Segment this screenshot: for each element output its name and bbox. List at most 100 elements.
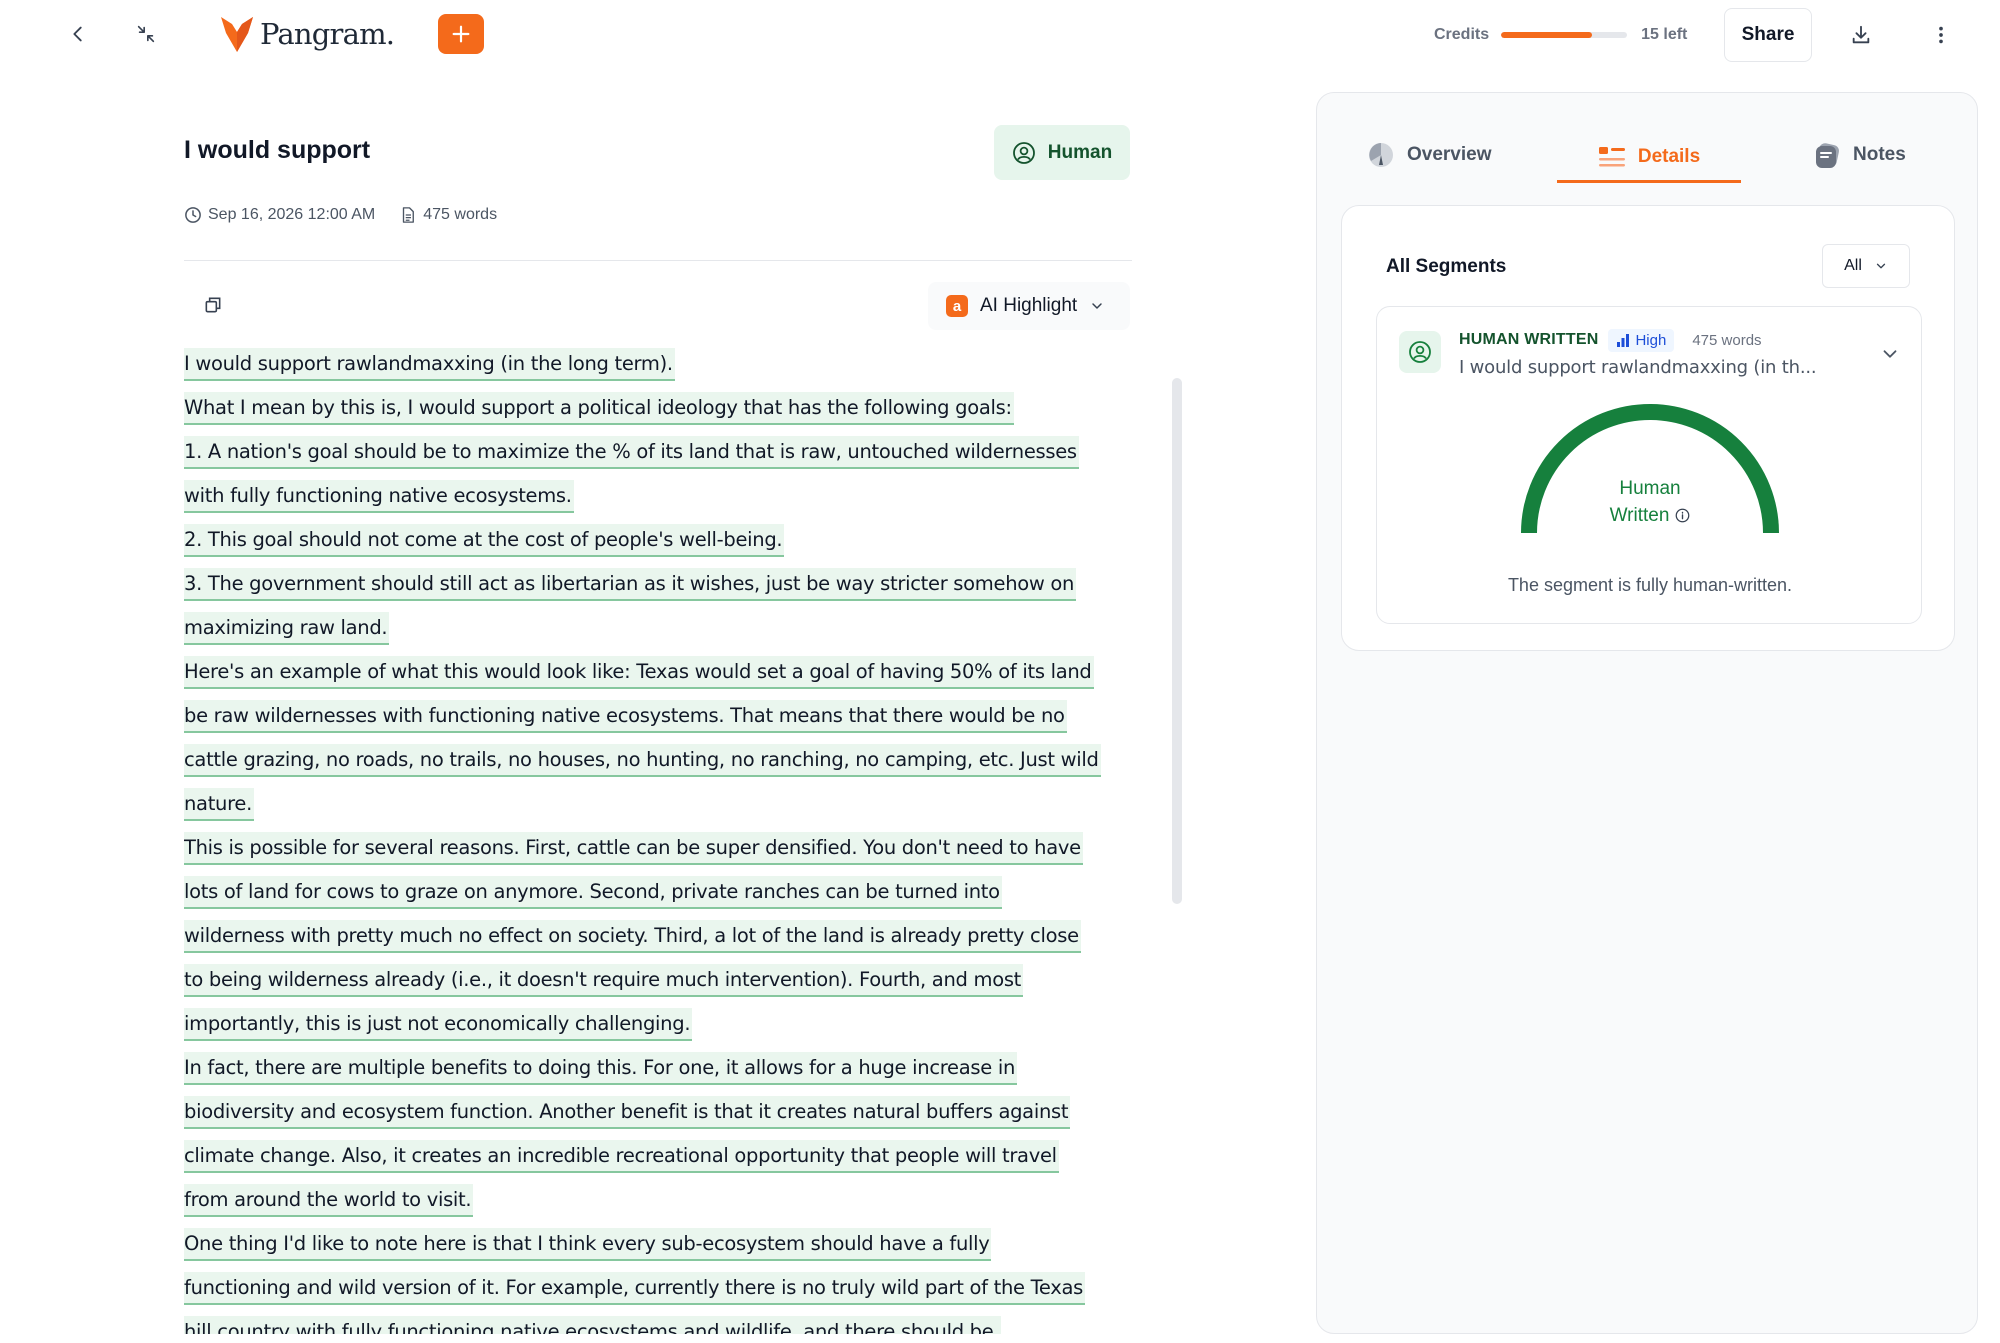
segment-filter-select[interactable]: All (1822, 244, 1910, 288)
brand-name: Pangram. (260, 17, 395, 51)
vertical-dots-icon (1939, 26, 1943, 44)
highlighted-text[interactable]: lots of land for cows to graze on anymor… (184, 876, 1002, 909)
gauge-label-line1: Human (1619, 478, 1681, 499)
more-options-button[interactable] (1924, 18, 1958, 52)
highlighted-text[interactable]: importantly, this is just not economical… (184, 1008, 693, 1041)
segments-title: All Segments (1386, 256, 1507, 277)
highlighted-text[interactable]: This is possible for several reasons. Fi… (184, 832, 1083, 865)
text-line: importantly, this is just not economical… (184, 1008, 1184, 1052)
highlighted-text[interactable]: One thing I'd like to note here is that … (184, 1228, 992, 1261)
highlighted-text[interactable]: 1. A nation's goal should be to maximize… (184, 436, 1079, 469)
document-icon (403, 207, 415, 223)
highlighted-text[interactable]: to being wilderness already (i.e., it do… (184, 964, 1024, 997)
ai-highlight-dropdown[interactable]: a AI Highlight (928, 282, 1130, 330)
collapse-arrows-icon (137, 25, 155, 43)
document-meta: Sep 16, 2026 12:00 AM 475 words (184, 204, 521, 226)
document-word-count: 475 words (423, 206, 498, 223)
tab-details[interactable]: Details (1557, 133, 1741, 183)
share-button[interactable]: Share (1724, 8, 1812, 62)
top-bar: Pangram. Credits 15 left Share (0, 0, 2000, 70)
text-line: cattle grazing, no roads, no trails, no … (184, 744, 1184, 788)
tab-details-label: Details (1637, 145, 1701, 167)
ai-highlight-label: AI Highlight (980, 295, 1078, 316)
text-line: One thing I'd like to note here is that … (184, 1228, 1184, 1272)
plus-icon (452, 25, 470, 43)
highlighted-text[interactable]: cattle grazing, no roads, no trails, no … (184, 744, 1101, 777)
text-line: hill country with fully functioning nati… (184, 1316, 1184, 1334)
credits-progress-bar (1501, 32, 1628, 38)
highlighted-text[interactable]: from around the world to visit. (184, 1184, 474, 1217)
highlighted-text[interactable]: functioning and wild version of it. For … (184, 1272, 1085, 1305)
segment-word-count: 475 words (1692, 331, 1762, 349)
text-line: be raw wildernesses with functioning nat… (184, 700, 1184, 744)
tab-notes[interactable]: Notes (1813, 133, 1906, 177)
text-line: with fully functioning native ecosystems… (184, 480, 1184, 524)
segments-card: All Segments All HUMAN WRITTEN High 475 … (1341, 205, 1955, 651)
brand-logo[interactable]: Pangram. (220, 12, 395, 56)
signal-bars-icon (1617, 334, 1630, 347)
highlighted-text[interactable]: I would support rawlandmaxxing (in the l… (184, 348, 675, 381)
tab-overview-label: Overview (1407, 144, 1492, 165)
info-icon[interactable] (1675, 508, 1690, 523)
back-button[interactable] (62, 18, 94, 50)
highlighted-text[interactable]: with fully functioning native ecosystems… (184, 480, 574, 513)
highlighted-text[interactable]: nature. (184, 788, 254, 821)
human-gauge: Human Written (1517, 403, 1783, 563)
text-line: wilderness with pretty much no effect on… (184, 920, 1184, 964)
copy-button[interactable] (200, 292, 226, 318)
fox-logo-icon (221, 17, 253, 52)
text-line: 3. The government should still act as li… (184, 568, 1184, 612)
segment-header: HUMAN WRITTEN High 475 words (1459, 327, 1762, 353)
highlighted-text[interactable]: biodiversity and ecosystem function. Ano… (184, 1096, 1071, 1129)
highlighted-text[interactable]: What I mean by this is, I would support … (184, 392, 1014, 425)
tab-overview[interactable]: Overview (1367, 133, 1492, 177)
highlighted-text[interactable]: maximizing raw land. (184, 612, 390, 645)
highlighted-text[interactable]: In fact, there are multiple benefits to … (184, 1052, 1018, 1085)
credits-remaining: 15 left (1641, 26, 1688, 43)
text-line: I would support rawlandmaxxing (in the l… (184, 348, 1184, 392)
credits-progress-fill (1501, 32, 1592, 38)
tab-notes-label: Notes (1853, 144, 1906, 165)
highlighted-text[interactable]: hill country with fully functioning nati… (184, 1316, 1002, 1334)
new-document-button[interactable] (438, 14, 484, 54)
highlighted-text[interactable]: climate change. Also, it creates an incr… (184, 1140, 1059, 1173)
text-line: 2. This goal should not come at the cost… (184, 524, 1184, 568)
confidence-badge: High (1608, 328, 1675, 352)
classification-label: Human (1047, 141, 1113, 163)
chevron-down-icon (1092, 303, 1102, 309)
text-line: biodiversity and ecosystem function. Ano… (184, 1096, 1184, 1140)
segment-avatar (1399, 331, 1441, 373)
notes-icon (1816, 143, 1839, 168)
text-line: climate change. Also, it creates an incr… (184, 1140, 1184, 1184)
confidence-label: High (1635, 331, 1667, 349)
classification-badge[interactable]: Human (994, 125, 1130, 180)
scrollbar[interactable] (1172, 378, 1182, 904)
segment-filter-value: All (1844, 257, 1862, 274)
text-line: nature. (184, 788, 1184, 832)
highlighted-text[interactable]: be raw wildernesses with functioning nat… (184, 700, 1067, 733)
gauge-icon (1369, 143, 1393, 167)
chevron-down-icon (1876, 263, 1886, 269)
text-line: functioning and wild version of it. For … (184, 1272, 1184, 1316)
document-date: Sep 16, 2026 12:00 AM (208, 206, 376, 223)
clock-icon (185, 207, 201, 223)
panel-tabs: Overview Details Notes (1317, 93, 1979, 183)
text-line: maximizing raw land. (184, 612, 1184, 656)
document-body: I would support rawlandmaxxing (in the l… (184, 348, 1184, 1334)
list-icon (1598, 146, 1625, 166)
collapse-button[interactable] (130, 18, 162, 50)
highlighted-text[interactable]: 3. The government should still act as li… (184, 568, 1077, 601)
highlighted-text[interactable]: wilderness with pretty much no effect on… (184, 920, 1081, 953)
credits-label: Credits (1434, 26, 1490, 43)
highlighted-text[interactable]: Here's an example of what this would loo… (184, 656, 1094, 689)
credits-meter: Credits 15 left (1434, 22, 1687, 48)
download-icon (1852, 25, 1870, 44)
highlighted-text[interactable]: 2. This goal should not come at the cost… (184, 524, 785, 557)
gauge-label: Human Written (1517, 475, 1783, 529)
chevron-down-icon[interactable] (1879, 343, 1901, 365)
download-button[interactable] (1844, 18, 1878, 52)
divider (184, 260, 1132, 261)
segment-item[interactable]: HUMAN WRITTEN High 475 words I would sup… (1376, 306, 1922, 624)
text-line: lots of land for cows to graze on anymor… (184, 876, 1184, 920)
ai-highlight-icon: a (946, 295, 968, 317)
